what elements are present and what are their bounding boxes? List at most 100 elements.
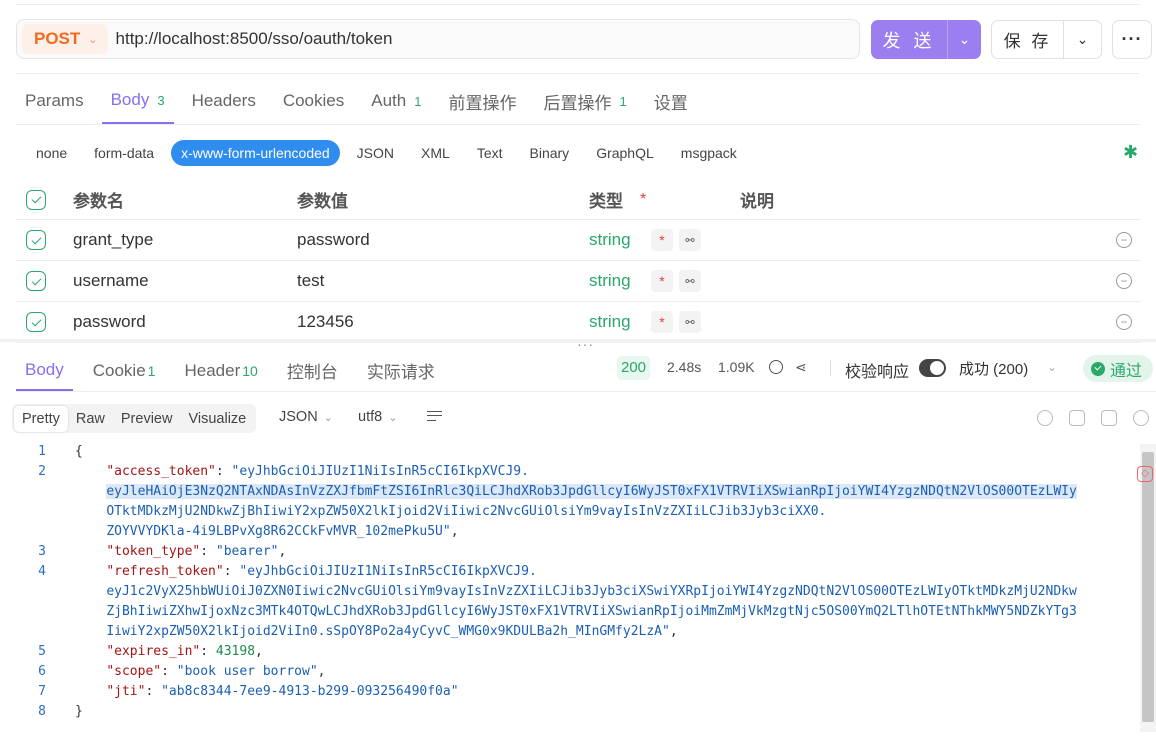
code-token: "access_token" bbox=[106, 464, 216, 479]
body-type-option[interactable]: msgpack bbox=[671, 140, 747, 166]
response-tab-3[interactable]: 控制台 bbox=[278, 350, 347, 391]
response-body-code[interactable]: 1{2 "access_token": "eyJhbGciOiJIUzI1NiI… bbox=[0, 442, 1140, 722]
wrap-lines-icon[interactable] bbox=[427, 411, 442, 423]
verify-response-toggle[interactable] bbox=[919, 359, 946, 377]
code-token: "token_type" bbox=[106, 544, 201, 559]
tab-label: 设置 bbox=[653, 93, 688, 113]
settings-icon[interactable]: ⚯ bbox=[679, 229, 701, 251]
encoding-select[interactable]: utf8 ⌄ bbox=[358, 409, 397, 425]
line-number: 1 bbox=[38, 444, 46, 459]
param-enabled-checkbox[interactable] bbox=[26, 312, 46, 332]
body-type-option[interactable]: Binary bbox=[520, 140, 580, 166]
download-icon[interactable] bbox=[1069, 410, 1085, 426]
body-type-option[interactable]: form-data bbox=[84, 140, 164, 166]
tab-7[interactable]: 设置 bbox=[645, 78, 697, 124]
tab-1[interactable]: Body 3 bbox=[101, 78, 174, 124]
code-token: : bbox=[200, 544, 216, 559]
response-time: 2.48s bbox=[667, 359, 702, 375]
tab-4[interactable]: Auth 1 bbox=[362, 78, 430, 124]
settings-icon[interactable]: ⚯ bbox=[679, 311, 701, 333]
method-select[interactable]: POST ⌄ bbox=[22, 24, 108, 54]
upload-icon[interactable] bbox=[1037, 410, 1053, 426]
required-icon[interactable]: * bbox=[651, 270, 673, 292]
tab-3[interactable]: Cookies bbox=[274, 78, 353, 124]
scrollbar[interactable] bbox=[1140, 444, 1156, 732]
param-value[interactable]: 123456 bbox=[297, 312, 354, 332]
body-type-option[interactable]: none bbox=[26, 140, 77, 166]
select-all-checkbox[interactable] bbox=[26, 189, 46, 210]
tab-label: Cookies bbox=[282, 91, 345, 110]
response-tab-0[interactable]: Body bbox=[16, 350, 73, 391]
send-button[interactable]: 发 送 ⌄ bbox=[871, 20, 981, 59]
side-tool-icon[interactable]: ◇ bbox=[1137, 466, 1153, 482]
code-text: "token_type": "bearer", bbox=[75, 542, 286, 562]
response-tab-1[interactable]: Cookie 1 bbox=[84, 350, 165, 391]
param-enabled-checkbox[interactable] bbox=[26, 271, 46, 291]
code-token: , bbox=[450, 524, 459, 539]
url-input[interactable]: http://localhost:8500/sso/oauth/token bbox=[116, 29, 393, 49]
response-tab-2[interactable]: Header 10 bbox=[175, 350, 266, 391]
top-divider bbox=[16, 4, 1140, 5]
save-dropdown-chevron-icon[interactable]: ⌄ bbox=[1064, 31, 1101, 48]
copy-icon[interactable] bbox=[1101, 410, 1117, 426]
tab-5[interactable]: 前置操作 bbox=[439, 78, 525, 124]
param-name[interactable]: username bbox=[73, 271, 149, 291]
view-mode-pretty[interactable]: Pretty bbox=[14, 405, 68, 432]
param-name[interactable]: grant_type bbox=[73, 230, 153, 250]
body-type-option[interactable]: GraphQL bbox=[586, 140, 664, 166]
pass-badge: 通过 bbox=[1083, 355, 1153, 382]
param-type[interactable]: string bbox=[589, 230, 631, 250]
drag-handle-icon[interactable]: ··· bbox=[577, 336, 594, 352]
tab-2[interactable]: Headers bbox=[183, 78, 265, 124]
code-line: OTktMDkzMjU2NDkwZjBhIiwiY2xpZW50X2lkIjoi… bbox=[0, 502, 1140, 522]
scrollbar-thumb[interactable] bbox=[1142, 452, 1154, 722]
chevron-down-icon[interactable]: ⌄ bbox=[1047, 360, 1057, 374]
format-select[interactable]: JSON ⌄ bbox=[279, 409, 333, 425]
more-options-icon[interactable]: ··· bbox=[1112, 20, 1152, 59]
search-icon[interactable] bbox=[1133, 410, 1149, 426]
param-type[interactable]: string bbox=[589, 312, 631, 332]
param-enabled-checkbox[interactable] bbox=[26, 230, 46, 250]
code-line: eyJleHAiOjE3NzQ2NTAxNDAsInVzZXJfbmFtZSI6… bbox=[0, 482, 1140, 502]
remove-icon[interactable]: − bbox=[1116, 232, 1132, 248]
tab-6[interactable]: 后置操作 1 bbox=[534, 78, 635, 124]
view-mode-visualize[interactable]: Visualize bbox=[180, 406, 254, 432]
tab-0[interactable]: Params bbox=[16, 78, 93, 124]
body-type-option[interactable]: x-www-form-urlencoded bbox=[171, 140, 340, 166]
param-value[interactable]: password bbox=[297, 230, 370, 250]
save-button[interactable]: 保 存 ⌄ bbox=[991, 20, 1102, 59]
view-mode-raw[interactable]: Raw bbox=[68, 406, 113, 432]
code-token: eyJleHAiOjE3NzQ2NTAxNDAsInVzZXJfbmFtZSI6… bbox=[106, 484, 1077, 499]
result-status[interactable]: 成功 (200) bbox=[959, 358, 1028, 379]
param-value[interactable]: test bbox=[297, 271, 324, 291]
remove-icon[interactable]: − bbox=[1116, 314, 1132, 330]
chevron-down-icon: ⌄ bbox=[388, 412, 398, 424]
view-mode-preview[interactable]: Preview bbox=[113, 406, 181, 432]
body-type-selector: none form-data x-www-form-urlencoded JSON XM… bbox=[26, 140, 754, 166]
tab-label: 控制台 bbox=[286, 363, 338, 382]
send-dropdown-chevron-icon[interactable]: ⌄ bbox=[947, 20, 981, 59]
share-icon[interactable]: ⋖ bbox=[795, 359, 807, 376]
header-divider bbox=[16, 73, 1140, 74]
code-line: 1{ bbox=[0, 442, 1140, 462]
pass-label: 通过 bbox=[1110, 362, 1143, 380]
body-type-option[interactable]: Text bbox=[467, 140, 513, 166]
code-token: IiwiY2xpZW50X2lkIjoid2ViIn0.sSpOY8Po2a4y… bbox=[106, 624, 670, 639]
settings-icon[interactable]: ⚯ bbox=[679, 270, 701, 292]
params-header-row: 参数名 参数值 类型 * 说明 bbox=[16, 180, 1141, 220]
remove-icon[interactable]: − bbox=[1116, 273, 1132, 289]
body-type-option[interactable]: XML bbox=[411, 140, 460, 166]
tab-label: Header bbox=[184, 360, 241, 380]
code-text: IiwiY2xpZW50X2lkIjoid2ViIn0.sSpOY8Po2a4y… bbox=[75, 622, 677, 642]
required-icon[interactable]: * bbox=[651, 229, 673, 251]
code-token: "jti" bbox=[106, 684, 146, 699]
body-type-option[interactable]: JSON bbox=[347, 140, 404, 166]
param-type[interactable]: string bbox=[589, 271, 631, 291]
response-tab-4[interactable]: 实际请求 bbox=[358, 350, 444, 391]
verify-response-label: 校验响应 bbox=[845, 364, 910, 381]
param-name[interactable]: password bbox=[73, 312, 146, 332]
asterisk-icon[interactable]: ✱ bbox=[1123, 142, 1138, 163]
globe-icon[interactable] bbox=[769, 360, 783, 374]
required-icon[interactable]: * bbox=[651, 311, 673, 333]
